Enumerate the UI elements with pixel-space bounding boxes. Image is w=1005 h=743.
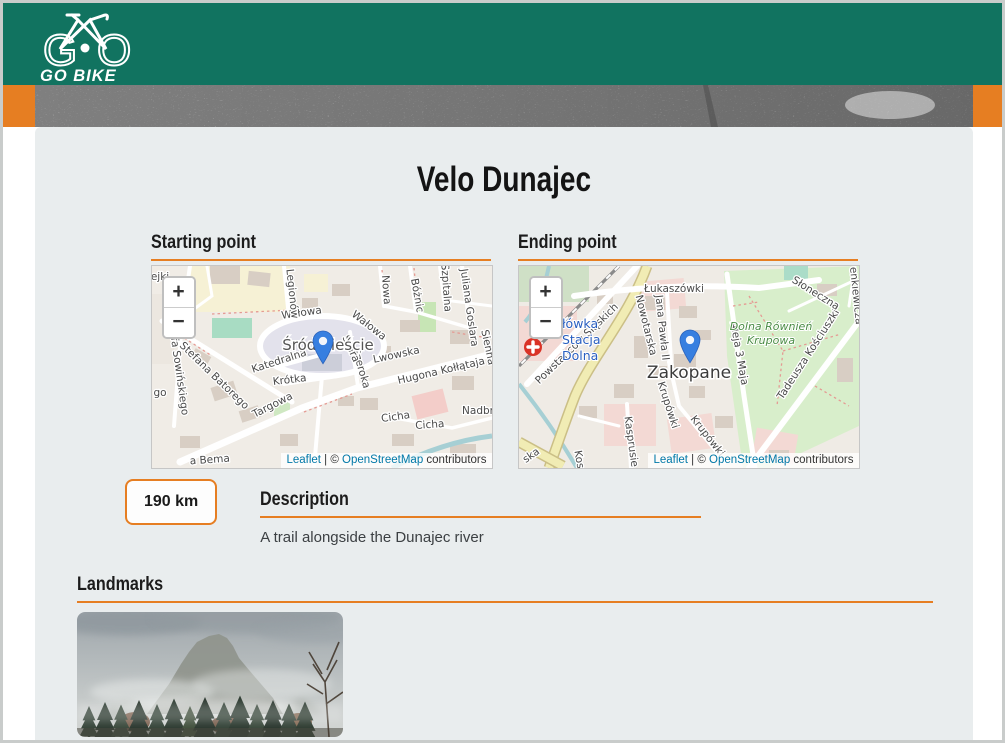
description-text: A trail alongside the Dunajec river: [260, 529, 701, 546]
end-map-tiles: Łukaszówki Nowotarska Powstańców Śląskic…: [519, 266, 859, 468]
app-window: G O GO BIKE: [0, 0, 1005, 743]
zoom-in-button[interactable]: +: [531, 278, 561, 307]
description-heading: Description: [260, 489, 701, 518]
go-bike-logo[interactable]: G O GO BIKE: [39, 7, 139, 83]
pedal-hub: [81, 44, 90, 53]
svg-text:Cicha: Cicha: [414, 418, 444, 432]
app-header: G O GO BIKE: [3, 3, 1002, 85]
zoom-out-button[interactable]: −: [164, 307, 194, 337]
mountain-photo-image: [77, 612, 343, 737]
svg-text:Stacja: Stacja: [562, 332, 601, 347]
osm-link[interactable]: OpenStreetMap: [342, 454, 423, 466]
zoom-control: + −: [529, 276, 563, 339]
svg-text:go: go: [153, 387, 166, 399]
zoom-in-button[interactable]: +: [164, 278, 194, 307]
page-title: Velo Dunajec: [35, 160, 973, 200]
hero-accent-left: [3, 85, 35, 127]
logo-wordmark: GO BIKE: [40, 67, 117, 83]
station-label: łówka Stacja Dolna: [562, 316, 601, 363]
osm-link[interactable]: OpenStreetMap: [709, 454, 790, 466]
medical-plus-icon: [524, 338, 542, 356]
description-section: Description A trail alongside the Dunaje…: [260, 489, 701, 546]
distance-badge: 190 km: [125, 479, 217, 525]
svg-text:łówka: łówka: [562, 316, 598, 331]
park-label-line2: Krupowa: [746, 334, 794, 347]
hero-strip: [3, 85, 1002, 127]
landmarks-heading: Landmarks: [77, 574, 933, 603]
end-map[interactable]: Łukaszówki Nowotarska Powstańców Śląskic…: [518, 265, 860, 469]
svg-text:Łukaszówki: Łukaszówki: [643, 283, 704, 295]
leaflet-link[interactable]: Leaflet: [653, 454, 688, 466]
asphalt-texture-image: [35, 85, 973, 127]
svg-text:Nowa: Nowa: [378, 275, 392, 305]
bicycle-logo-icon: G O GO BIKE: [39, 7, 139, 83]
starting-point-heading: Starting point: [151, 232, 491, 261]
maps-row: Starting point: [35, 232, 973, 469]
hero-accent-right: [973, 85, 1002, 127]
place-label: Zakopane: [646, 363, 730, 383]
ending-point-section: Ending point: [518, 232, 858, 469]
start-map[interactable]: Wałowa Wałowa Legionów Nowa Bóżnic Szpit…: [151, 265, 493, 469]
park-label-line1: Dolna Równień: [729, 320, 812, 333]
map-attribution: Leaflet | © OpenStreetMap contributors: [648, 453, 858, 468]
map-attribution: Leaflet | © OpenStreetMap contributors: [281, 453, 491, 468]
svg-text:Nadbr: Nadbr: [462, 405, 492, 417]
starting-point-section: Starting point: [151, 232, 491, 469]
leaflet-link[interactable]: Leaflet: [286, 454, 321, 466]
ending-point-heading: Ending point: [518, 232, 858, 261]
route-info-row: 190 km Description A trail alongside the…: [125, 479, 897, 546]
start-map-tiles: Wałowa Wałowa Legionów Nowa Bóżnic Szpit…: [152, 266, 492, 468]
zoom-out-button[interactable]: −: [531, 307, 561, 337]
landmark-photo[interactable]: [77, 612, 343, 737]
route-page: Velo Dunajec Starting point: [35, 127, 973, 743]
zoom-control: + −: [162, 276, 196, 339]
svg-text:Dolna: Dolna: [562, 348, 598, 363]
landmarks-section: Landmarks: [77, 574, 933, 737]
